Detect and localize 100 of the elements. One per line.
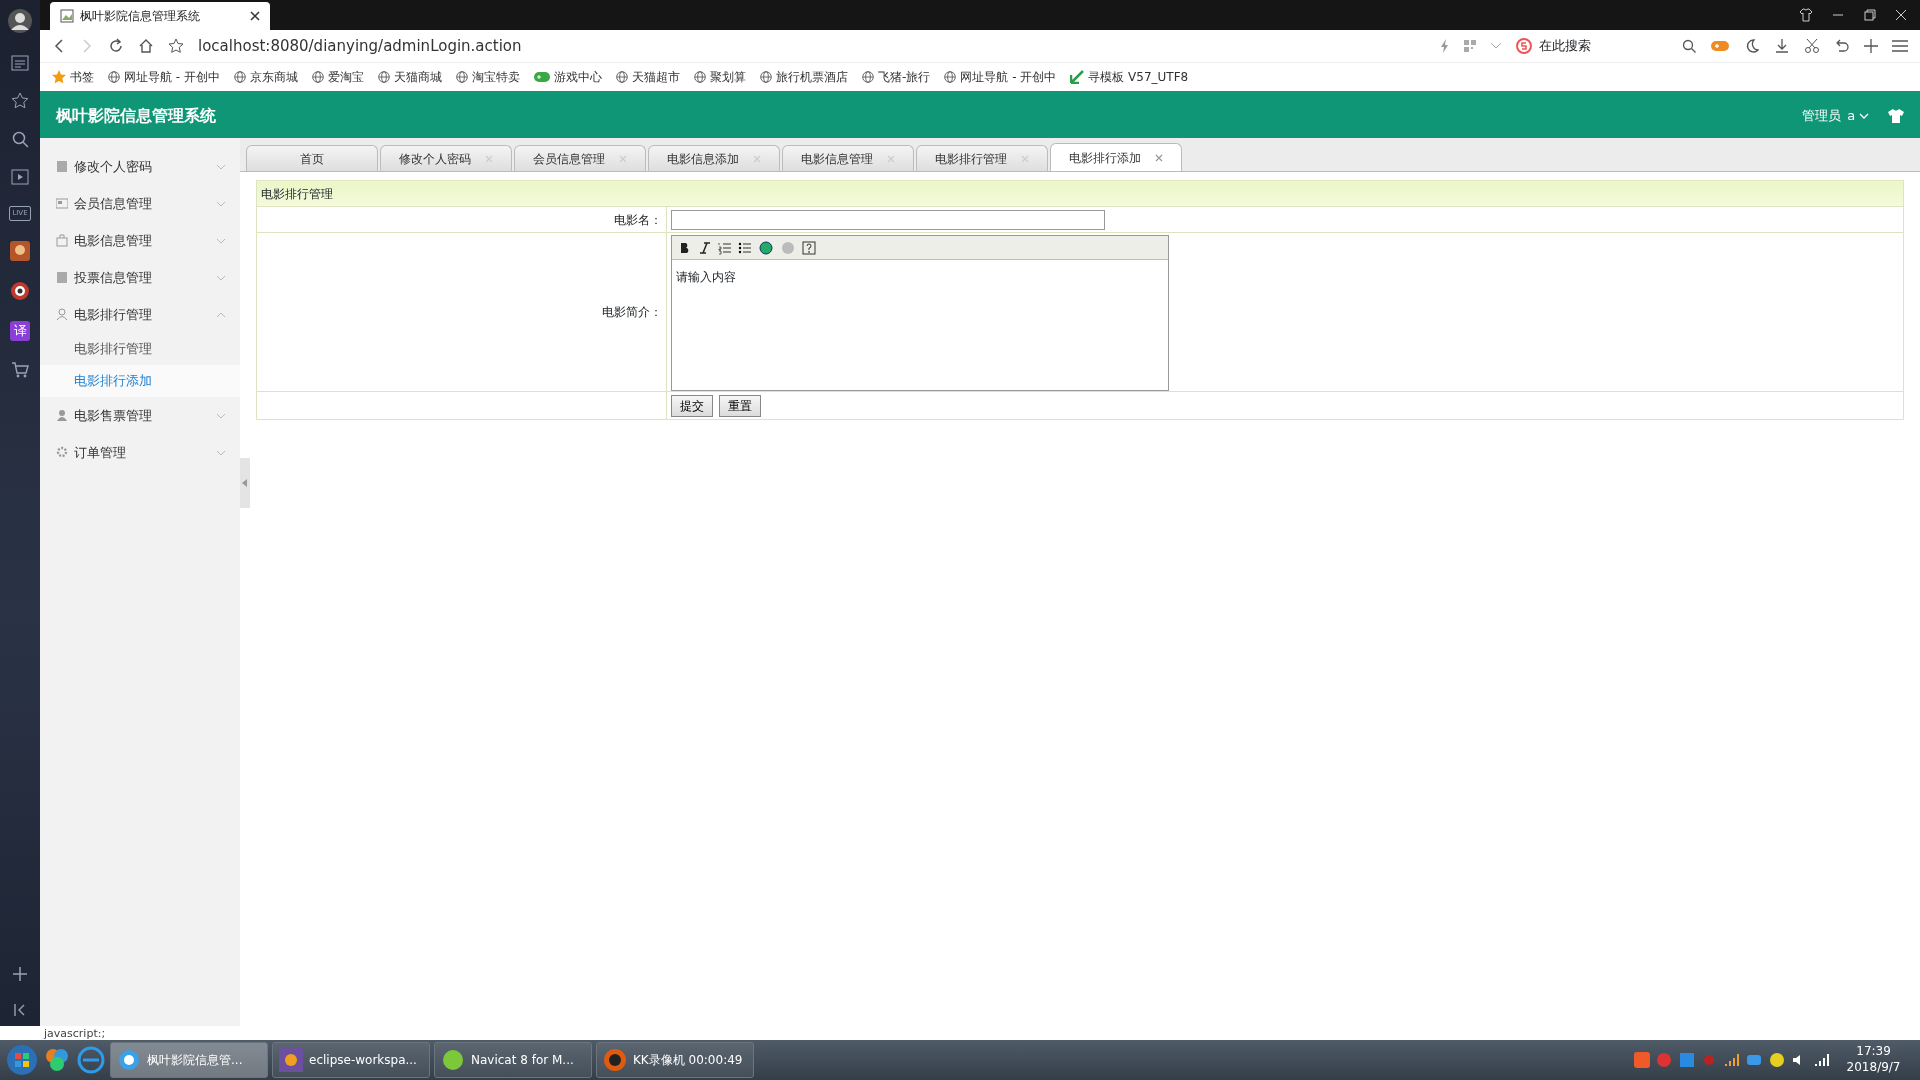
chevron-down-icon <box>216 163 226 170</box>
back-icon[interactable] <box>52 38 66 54</box>
taskbar-window[interactable]: Navicat 8 for M... <box>434 1042 592 1078</box>
window-tray-icon[interactable] <box>1678 1052 1695 1068</box>
bookmark-link[interactable]: 淘宝特卖 <box>455 68 520 86</box>
bookmark-link[interactable]: 京东商城 <box>233 68 298 86</box>
taskbar-window[interactable]: KK录像机 00:00:49 <box>596 1042 754 1078</box>
bookmark-link[interactable]: 书签 <box>52 68 94 86</box>
field-label: 电影名： <box>256 206 667 233</box>
globe-icon <box>861 71 874 83</box>
sogou-tray-icon[interactable] <box>1633 1052 1650 1068</box>
cart-icon[interactable] <box>11 360 29 379</box>
bookmark-link[interactable]: 游戏中心 <box>533 68 602 86</box>
translate-icon[interactable]: 译 <box>10 320 30 341</box>
signal-icon[interactable] <box>1723 1052 1740 1068</box>
chevron-down-icon <box>1858 112 1869 119</box>
bookmark-link[interactable]: 网址导航 - 开创中 <box>108 68 220 86</box>
download-icon[interactable] <box>1774 38 1790 54</box>
search-icon[interactable] <box>11 130 29 148</box>
bookmark-link[interactable]: 聚划算 <box>693 68 746 86</box>
bag-icon <box>56 234 68 247</box>
page-tab[interactable]: 电影排行添加 <box>1050 143 1182 171</box>
star-icon <box>52 70 66 84</box>
sidebar-subitem[interactable]: 电影排行添加 <box>40 365 240 397</box>
bookmark-link[interactable]: 飞猪-旅行 <box>861 68 931 86</box>
globe-icon <box>944 71 957 83</box>
sidebar-item[interactable]: 会员信息管理 <box>40 185 240 222</box>
shirt-icon[interactable] <box>1798 8 1813 22</box>
list-icon[interactable] <box>11 54 29 72</box>
bookmark-link[interactable]: 天猫超市 <box>615 68 680 86</box>
reload-icon[interactable] <box>108 38 124 54</box>
page-tab[interactable]: 修改个人密码 <box>380 145 512 171</box>
sogou-logo-icon <box>1516 38 1532 54</box>
chevron-down-icon <box>216 412 226 419</box>
sidebar-item[interactable]: 修改个人密码 <box>40 148 240 185</box>
help-icon[interactable] <box>802 240 816 255</box>
chevron-down-icon <box>216 449 226 456</box>
address-bar[interactable]: localhost:8080/dianying/adminLogin.action <box>198 34 1426 58</box>
scissors-icon[interactable] <box>1804 38 1820 54</box>
bookmark-link[interactable]: 天猫商城 <box>377 68 442 86</box>
page-tab[interactable]: 会员信息管理 <box>514 145 646 171</box>
sidebar-subitem[interactable]: 电影排行管理 <box>40 333 240 365</box>
browser-tab[interactable]: 枫叶影院信息管理系统 <box>50 2 270 30</box>
gamepad-icon <box>533 71 550 83</box>
globe-icon <box>233 71 246 83</box>
sidebar-item[interactable]: 电影售票管理 <box>40 397 240 434</box>
taskbar-window[interactable]: eclipse-workspa... <box>272 1042 430 1078</box>
page-tab[interactable]: 首页 <box>246 145 378 171</box>
caret-left-icon <box>242 479 248 487</box>
star-icon[interactable] <box>168 38 184 54</box>
italic-icon[interactable] <box>698 240 712 255</box>
search-placeholder: 在此搜索 <box>1538 37 1592 56</box>
close-icon[interactable] <box>250 11 260 21</box>
sidebar-item[interactable]: 订单管理 <box>40 434 240 471</box>
globe-icon <box>455 71 468 83</box>
clock-time[interactable]: 17:39 <box>1846 1044 1901 1060</box>
reset-button[interactable]: 重置 <box>719 394 761 417</box>
video-icon[interactable] <box>11 168 29 186</box>
globe-icon <box>108 71 120 83</box>
plus-icon[interactable] <box>1864 39 1878 53</box>
restore-icon[interactable] <box>1863 9 1876 21</box>
undo-icon[interactable] <box>1834 38 1850 54</box>
start-button-icon[interactable] <box>6 1044 38 1076</box>
sidebar-item[interactable]: 电影信息管理 <box>40 222 240 259</box>
search-box[interactable]: 在此搜索 <box>1516 36 1696 56</box>
ball-icon[interactable] <box>10 280 30 301</box>
avatar-icon[interactable] <box>7 8 33 34</box>
bullet-list-icon[interactable] <box>738 240 752 255</box>
star-icon[interactable] <box>11 92 29 110</box>
sidebar-item[interactable]: 电影排行管理 <box>40 296 240 333</box>
lightning-icon[interactable] <box>1440 39 1450 53</box>
page-tab[interactable]: 电影信息添加 <box>648 145 780 171</box>
user-role: 管理员 <box>1801 106 1841 125</box>
rich-text-editor[interactable]: 请输入内容 <box>671 235 1169 391</box>
bookmark-link[interactable]: 寻模板 V57_UTF8 <box>1070 68 1189 86</box>
chevron-down-icon <box>216 274 226 281</box>
editor-text: 请输入内容 <box>675 269 737 286</box>
plus-icon[interactable] <box>12 966 28 982</box>
user-menu[interactable]: a <box>1847 105 1869 126</box>
home-icon[interactable] <box>138 38 154 54</box>
bookmark-link[interactable]: 爱淘宝 <box>311 68 364 86</box>
bookmark-link[interactable]: 网址导航 - 开创中 <box>944 68 1057 86</box>
numbered-list-icon[interactable] <box>718 240 732 255</box>
page-tab[interactable]: 电影信息管理 <box>782 145 914 171</box>
chevron-down-icon <box>216 237 226 244</box>
menu-icon[interactable] <box>1892 39 1908 53</box>
collapse-handle[interactable] <box>240 458 250 508</box>
search-icon[interactable] <box>1682 39 1696 53</box>
page-tab[interactable]: 电影排行管理 <box>916 145 1048 171</box>
network-icon[interactable] <box>1813 1052 1830 1068</box>
globe-icon <box>759 71 772 83</box>
moon-icon[interactable] <box>1744 38 1760 54</box>
app-icon <box>117 1048 141 1072</box>
submit-button[interactable]: 提交 <box>671 394 713 417</box>
sidebar-item[interactable]: 投票信息管理 <box>40 259 240 296</box>
bookmark-link[interactable]: 旅行机票酒店 <box>759 68 848 86</box>
globe-icon <box>615 71 628 83</box>
taskbar-window[interactable]: 枫叶影院信息管... <box>110 1042 268 1078</box>
clock-date[interactable]: 2018/9/7 <box>1846 1060 1901 1076</box>
text-input[interactable] <box>671 209 1105 230</box>
